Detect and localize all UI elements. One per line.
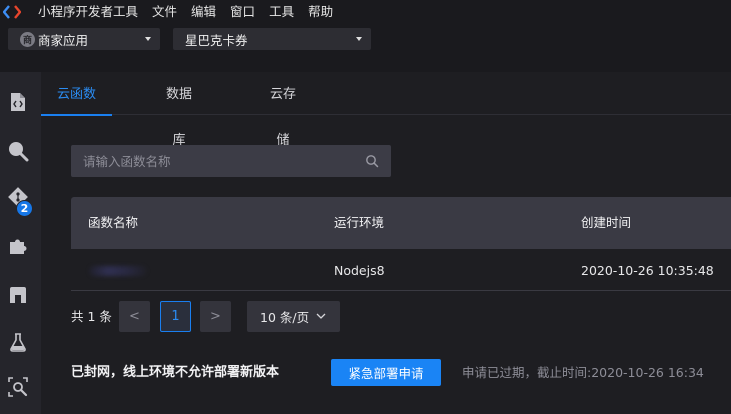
menu-tools[interactable]: 工具 <box>269 0 294 23</box>
activity-sidebar: 2 <box>0 72 41 414</box>
header-function-name: 函数名称 <box>88 215 139 230</box>
freeze-message: 已封网，线上环境不允许部署新版本 <box>71 365 280 380</box>
search-icon[interactable] <box>365 154 379 168</box>
header-created-time: 创建时间 <box>581 215 632 230</box>
caret-down-icon <box>145 37 151 41</box>
tab-cloud-storage[interactable]: 云存储 <box>248 72 318 148</box>
app-select-value: 商家应用 <box>38 32 89 48</box>
cell-created-time: 2020-10-26 10:35:48 <box>581 263 714 278</box>
chevron-down-icon <box>316 313 326 319</box>
git-changes-badge: 2 <box>16 200 33 217</box>
functions-table: 函数名称 运行环境 创建时间 Nodejs8 2020-10-26 10:35:… <box>71 197 731 291</box>
app-logo-icon <box>0 0 24 23</box>
table-row[interactable]: Nodejs8 2020-10-26 10:35:48 <box>71 249 731 291</box>
project-select-value: 星巴克卡券 <box>185 32 248 48</box>
tab-database[interactable]: 数据库 <box>144 72 214 148</box>
cloud-dev-panel: 云函数 数据库 云存储 函数名称 运行环境 创建时间 Nodejs8 2020-… <box>41 72 731 414</box>
caret-down-icon <box>356 37 362 41</box>
page-size-value: 10 条/页 <box>260 310 310 325</box>
search-input[interactable] <box>71 145 361 177</box>
header-runtime: 运行环境 <box>334 215 385 230</box>
table-header: 函数名称 运行环境 创建时间 <box>71 197 731 249</box>
deploy-freeze-notice: 已封网，线上环境不允许部署新版本 紧急部署申请 申请已过期，截止时间:2020-… <box>71 358 731 388</box>
search-icon[interactable] <box>6 139 30 163</box>
prev-page-button[interactable]: < <box>119 301 150 332</box>
extensions-icon[interactable] <box>6 234 30 258</box>
project-select[interactable]: 星巴克卡券 <box>173 28 371 50</box>
code-file-icon[interactable] <box>6 90 30 114</box>
test-flask-icon[interactable] <box>6 330 30 354</box>
page-button-current[interactable]: 1 <box>160 301 191 332</box>
toolbar: 商 商家应用 星巴克卡券 <box>0 23 731 72</box>
app-avatar: 商 <box>20 31 35 47</box>
expired-status: 申请已过期，截止时间:2020-10-26 16:34 <box>462 365 704 380</box>
page-size-select[interactable]: 10 条/页 <box>247 301 340 332</box>
app-select[interactable]: 商 商家应用 <box>8 28 160 50</box>
pagination: 共 1 条 < 1 > 10 条/页 <box>71 301 731 332</box>
emergency-deploy-button[interactable]: 紧急部署申请 <box>331 359 441 386</box>
chevron-left-icon: < <box>129 309 140 324</box>
tab-cloud-functions[interactable]: 云函数 <box>41 72 112 116</box>
cell-runtime: Nodejs8 <box>334 263 385 278</box>
menu-help[interactable]: 帮助 <box>308 0 333 23</box>
menu-file[interactable]: 文件 <box>152 0 177 23</box>
menu-edit[interactable]: 编辑 <box>191 0 216 23</box>
cloud-storage-icon[interactable] <box>6 283 30 307</box>
total-count: 共 1 条 <box>71 309 112 324</box>
menu-app-name[interactable]: 小程序开发者工具 <box>38 0 138 23</box>
next-page-button[interactable]: > <box>200 301 231 332</box>
menu-window[interactable]: 窗口 <box>230 0 255 23</box>
inspect-icon[interactable] <box>6 375 30 399</box>
tab-bar: 云函数 数据库 云存储 <box>41 72 731 148</box>
chevron-right-icon: > <box>210 309 221 324</box>
function-search <box>71 145 391 177</box>
function-name-redacted <box>89 266 147 276</box>
menu-bar: 小程序开发者工具 文件 编辑 窗口 工具 帮助 <box>0 0 731 23</box>
